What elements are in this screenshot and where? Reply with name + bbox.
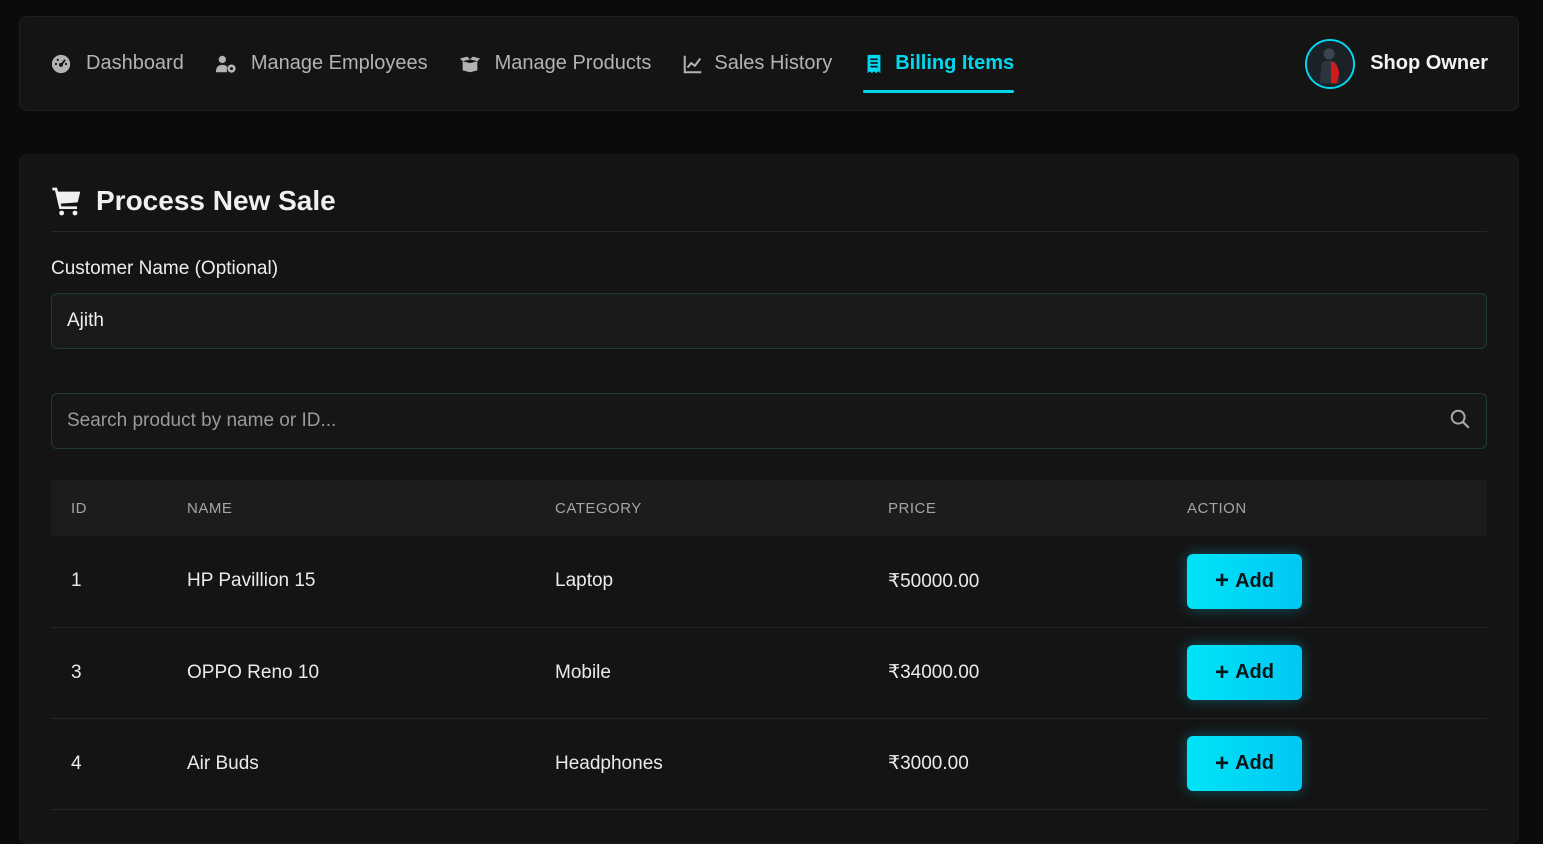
column-header-category: CATEGORY [555,499,642,517]
line-chart-icon [682,53,704,75]
process-sale-card: Process New Sale Customer Name (Optional… [19,154,1519,844]
nav-item-sales-history[interactable]: Sales History [682,17,832,110]
add-button-label: Add [1235,569,1274,592]
add-item-button[interactable]: + Add [1187,553,1302,609]
cell-name: HP Pavillion 15 [187,570,316,592]
nav-item-label: Manage Products [494,52,652,74]
table-row: 3 OPPO Reno 10 Mobile ₹34000.00 + Add [51,627,1487,718]
column-header-id: ID [71,499,87,517]
nav-item-label: Sales History [714,52,833,74]
users-cog-icon [215,53,237,75]
search-icon[interactable] [1449,408,1471,435]
cell-category: Mobile [555,661,611,683]
cell-name: OPPO Reno 10 [187,661,320,683]
plus-icon: + [1215,567,1230,595]
add-item-button[interactable]: + Add [1187,645,1302,700]
plus-icon: + [1215,749,1230,777]
nav-item-manage-products[interactable]: Manage Products [459,17,652,110]
avatar[interactable] [1305,38,1356,89]
cell-action: + Add [1167,536,1487,627]
add-button-label: Add [1235,661,1274,683]
column-header-action: ACTION [1187,499,1247,517]
customer-name-value: Ajith [67,310,104,331]
cell-id: 3 [71,661,82,683]
search-placeholder: Search product by name or ID... [67,410,337,431]
add-button-label: Add [1235,752,1274,774]
add-item-button[interactable]: + Add [1187,736,1302,791]
nav-links: Dashboard Manage Employees Manage Produc… [50,17,1045,110]
nav-item-label: Billing Items [895,52,1015,74]
cell-action: + Add [1167,718,1487,809]
column-header-price: PRICE [888,499,937,517]
customer-name-input[interactable]: Ajith [51,293,1487,349]
avatar-image [1307,40,1354,87]
cell-name: Air Buds [187,752,259,774]
products-table: ID NAME CATEGORY PRICE ACTION 1 HP Pavil… [51,480,1487,810]
cell-category: Laptop [555,570,614,592]
box-open-icon [459,53,481,75]
shopping-cart-icon [51,185,83,217]
nav-item-manage-employees[interactable]: Manage Employees [215,17,428,110]
nav-item-dashboard[interactable]: Dashboard [50,17,184,110]
nav-item-billing-items[interactable]: Billing Items [863,17,1014,110]
cell-action: + Add [1167,627,1487,718]
page-title: Process New Sale [96,185,336,216]
cell-category: Headphones [555,752,663,774]
cell-price: ₹34000.00 [888,662,980,683]
table-header-row: ID NAME CATEGORY PRICE ACTION [51,480,1487,536]
cell-price: ₹50000.00 [888,570,980,592]
cell-price: ₹3000.00 [888,753,969,774]
plus-icon: + [1215,658,1230,686]
user-menu[interactable]: Shop Owner [1305,38,1488,89]
card-header: Process New Sale [51,155,1487,232]
column-header-name: NAME [187,499,233,517]
cell-id: 4 [71,752,82,774]
product-search-input[interactable]: Search product by name or ID... [51,393,1487,449]
receipt-icon [863,53,885,75]
customer-name-label: Customer Name (Optional) [51,258,279,279]
user-name: Shop Owner [1370,52,1488,74]
nav-item-label: Dashboard [86,52,184,74]
gauge-icon [50,53,72,75]
table-row: 1 HP Pavillion 15 Laptop ₹50000.00 + Add [51,536,1487,627]
top-navbar: Dashboard Manage Employees Manage Produc… [19,16,1519,111]
nav-item-label: Manage Employees [250,52,428,74]
cell-id: 1 [71,570,82,592]
table-row: 4 Air Buds Headphones ₹3000.00 + Add [51,718,1487,809]
